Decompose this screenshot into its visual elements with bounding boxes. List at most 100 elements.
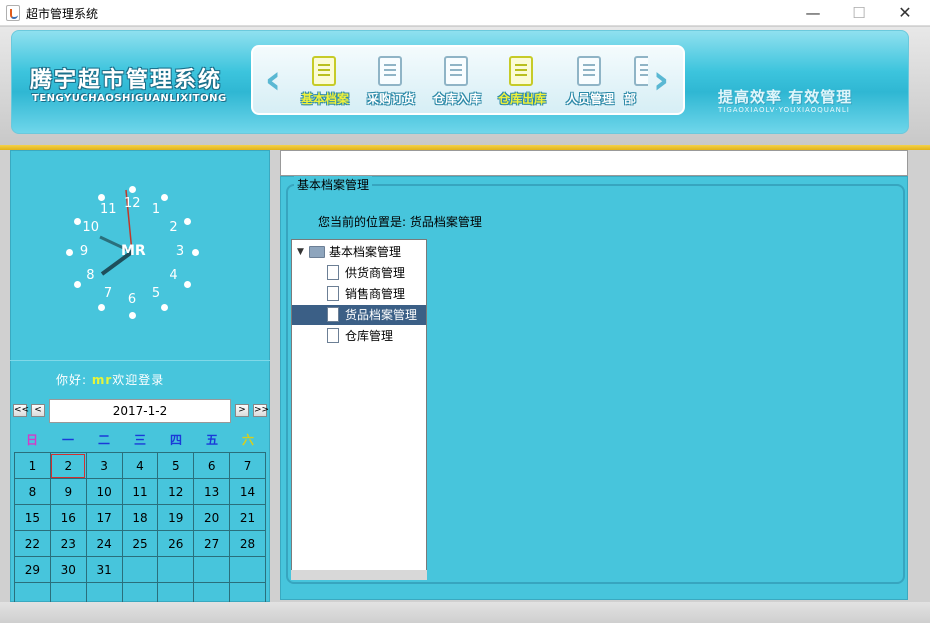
clock-tick-dot xyxy=(160,303,168,311)
close-button[interactable]: ✕ xyxy=(882,0,928,26)
calendar-day-cell[interactable]: 4 xyxy=(121,452,159,479)
calendar-date-field[interactable]: 2017-1-2 xyxy=(49,399,231,423)
logo-subtitle: TENGYUCHAOSHIGUANLIXITONG xyxy=(32,93,227,104)
nav-item-warehouse-out[interactable]: 仓库出库 xyxy=(487,52,557,112)
calendar-week-row: 8 9 10 11 12 13 14 xyxy=(14,478,266,505)
calendar-week-row: 15 16 17 18 19 20 21 xyxy=(14,504,266,531)
calendar-day-cell[interactable]: 26 xyxy=(157,530,195,557)
nav-next-arrow-icon[interactable]: › xyxy=(646,56,676,106)
calendar-day-cell[interactable]: 25 xyxy=(121,530,159,557)
status-bar xyxy=(0,602,930,623)
greeting-prefix: 你好: xyxy=(56,373,88,387)
calendar-prev-month-button[interactable]: < xyxy=(31,404,45,417)
folder-icon xyxy=(309,246,325,258)
staff-icon xyxy=(577,56,601,86)
calendar-day-cell[interactable]: 14 xyxy=(229,478,266,505)
calendar-day-cell[interactable]: 3 xyxy=(85,452,123,479)
calendar-day-cell[interactable]: 24 xyxy=(85,530,123,557)
location-label: 您当前的位置是: 货品档案管理 xyxy=(318,215,482,229)
calendar-day-cell[interactable]: 15 xyxy=(14,504,51,531)
calendar-day-cell[interactable]: 20 xyxy=(193,504,231,531)
calendar-weekday: 六 xyxy=(241,433,254,447)
clock-number: 10 xyxy=(82,220,99,235)
nav-item-purchase[interactable]: 采购订货 xyxy=(356,52,426,112)
calendar-day-cell[interactable]: 8 xyxy=(14,478,51,505)
calendar-day-cell[interactable]: 7 xyxy=(229,452,266,479)
calendar-day-cell xyxy=(121,556,159,583)
calendar-next-year-button[interactable]: >> xyxy=(253,404,269,417)
clock-number: 12 xyxy=(124,196,141,211)
calendar-day-cell[interactable]: 5 xyxy=(157,452,195,479)
calendar-day-cell[interactable]: 12 xyxy=(157,478,195,505)
calendar-weekday: 四 xyxy=(169,433,182,447)
clock-number: 2 xyxy=(169,220,178,235)
calendar-day-cell[interactable]: 19 xyxy=(157,504,195,531)
calendar-day-cell[interactable]: 11 xyxy=(121,478,159,505)
calendar-day-cell[interactable]: 13 xyxy=(193,478,231,505)
archive-icon xyxy=(312,56,336,86)
calendar-day-cell[interactable]: 1 xyxy=(14,452,51,479)
window-title: 超市管理系统 xyxy=(26,7,99,21)
clock-tick-dot xyxy=(192,249,199,256)
calendar-day-cell[interactable]: 23 xyxy=(49,530,87,557)
warehouse-in-icon xyxy=(444,56,468,86)
nav-prev-arrow-icon[interactable]: ‹ xyxy=(258,56,288,106)
greeting-user: mr xyxy=(91,373,113,387)
clock-tick-dot xyxy=(97,194,105,202)
tree-item[interactable]: 货品档案管理 xyxy=(292,305,426,325)
calendar-weekday: 一 xyxy=(61,433,74,447)
calendar-day-cell[interactable]: 10 xyxy=(85,478,123,505)
clock-tick-dot xyxy=(66,249,73,256)
clock-tick-dot xyxy=(183,280,191,288)
nav-label: 仓库入库 xyxy=(432,92,481,106)
nav-label: 部 xyxy=(623,92,636,106)
calendar-next-month-button[interactable]: > xyxy=(235,404,249,417)
group-title: 基本档案管理 xyxy=(294,176,373,193)
calendar-day-cell[interactable]: 9 xyxy=(49,478,87,505)
slogan-pinyin: TIGAOXIAOLV·YOUXIAOQUANLI xyxy=(718,106,850,114)
calendar-weekday: 五 xyxy=(205,433,218,447)
tree-item-label: 货品档案管理 xyxy=(345,308,418,322)
tree-item[interactable]: 供货商管理 xyxy=(292,263,426,283)
calendar-week-row: 29 30 31 xyxy=(14,556,266,583)
maximize-button[interactable]: ☐ xyxy=(836,0,882,26)
clock-number: 3 xyxy=(175,244,185,259)
tree-item-label: 供货商管理 xyxy=(345,266,406,280)
clock-tick-dot xyxy=(74,280,82,288)
nav-item-department[interactable]: 部 xyxy=(612,52,648,112)
content-top-strip xyxy=(280,150,908,176)
calendar-weekday: 二 xyxy=(97,433,110,447)
clock-brand: MR xyxy=(121,243,146,259)
calendar-week-row: 1234567 xyxy=(14,452,266,479)
java-app-icon xyxy=(6,5,20,21)
calendar-day-cell[interactable]: 17 xyxy=(85,504,123,531)
calendar-day-cell[interactable]: 2 xyxy=(49,452,87,479)
calendar-day-cell[interactable]: 21 xyxy=(229,504,266,531)
clock-number: 4 xyxy=(169,268,178,283)
nav-item-warehouse-in[interactable]: 仓库入库 xyxy=(422,52,492,112)
calendar-prev-year-button[interactable]: << xyxy=(13,404,29,417)
calendar-day-cell[interactable]: 29 xyxy=(14,556,51,583)
tree-item[interactable]: 仓库管理 xyxy=(292,326,426,346)
clock-number: 8 xyxy=(86,268,95,283)
calendar-day-cell[interactable]: 16 xyxy=(49,504,87,531)
tree-item[interactable]: 销售商管理 xyxy=(292,284,426,304)
clock-number: 1 xyxy=(151,202,161,218)
tree-root[interactable]: ▼ 基本档案管理 xyxy=(292,242,426,262)
clock-number: 7 xyxy=(103,285,113,301)
calendar-day-cell[interactable]: 18 xyxy=(121,504,159,531)
clock-number: 9 xyxy=(79,244,89,259)
calendar-day-cell[interactable]: 22 xyxy=(14,530,51,557)
calendar-day-cell[interactable]: 28 xyxy=(229,530,266,557)
calendar-day-cell[interactable]: 6 xyxy=(193,452,231,479)
clock-tick-dot xyxy=(129,186,136,193)
calendar-day-cell xyxy=(157,556,195,583)
minimize-button[interactable]: — xyxy=(790,0,836,26)
expand-arrow-icon[interactable]: ▼ xyxy=(297,242,304,262)
calendar-day-cell[interactable]: 31 xyxy=(85,556,123,583)
calendar-day-cell[interactable]: 30 xyxy=(49,556,87,583)
nav-item-basic-archive[interactable]: 基本档案 xyxy=(290,52,360,112)
calendar-week-row: 22 23 24 25 26 27 28 xyxy=(14,530,266,557)
calendar-day-cell[interactable]: 27 xyxy=(193,530,231,557)
greeting-suffix: 欢迎登录 xyxy=(112,373,165,387)
